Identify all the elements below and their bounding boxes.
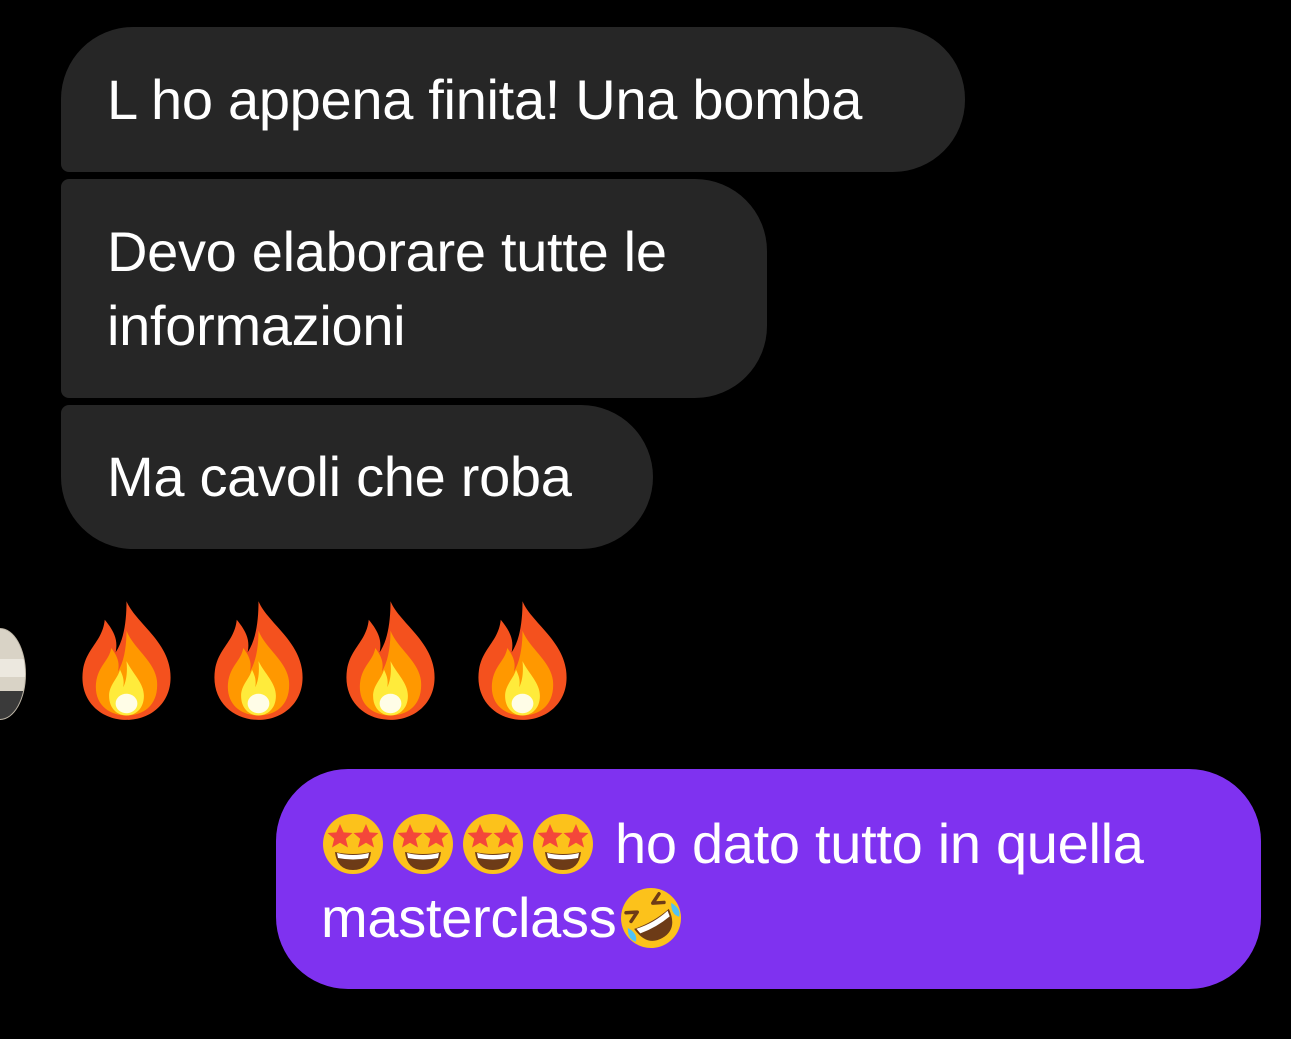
- message-text: L ho appena finita! Una bomba: [107, 68, 863, 131]
- star-struck-icon: [461, 812, 525, 876]
- star-struck-icon: [321, 812, 385, 876]
- fire-icon: [336, 598, 445, 722]
- message-line-2: masterclass: [321, 881, 1221, 955]
- message-text: ho dato tutto in quella: [615, 812, 1144, 875]
- incoming-message-bubble[interactable]: Ma cavoli che roba: [61, 405, 653, 549]
- avatar-photo-detail: [0, 659, 25, 677]
- incoming-message-bubble[interactable]: Devo elaborare tutte le informazioni: [61, 179, 767, 398]
- message-text: masterclass: [321, 886, 617, 949]
- message-text-line: Devo elaborare tutte le: [107, 220, 667, 283]
- incoming-message-bubble[interactable]: L ho appena finita! Una bomba: [61, 27, 965, 172]
- star-struck-icon: [391, 812, 455, 876]
- star-struck-icon: [531, 812, 595, 876]
- message-text-line: informazioni: [107, 294, 406, 357]
- outgoing-message-bubble[interactable]: ho dato tutto in quella masterclass: [276, 769, 1261, 989]
- sender-avatar[interactable]: [0, 628, 26, 720]
- fire-icon: [468, 598, 577, 722]
- message-line-1: ho dato tutto in quella: [321, 807, 1221, 881]
- fire-icon: [72, 598, 181, 722]
- avatar-photo-detail: [0, 691, 25, 719]
- message-text: Ma cavoli che roba: [107, 445, 572, 508]
- fire-icon: [204, 598, 313, 722]
- emoji-message[interactable]: [72, 598, 577, 722]
- rofl-icon: [618, 885, 684, 951]
